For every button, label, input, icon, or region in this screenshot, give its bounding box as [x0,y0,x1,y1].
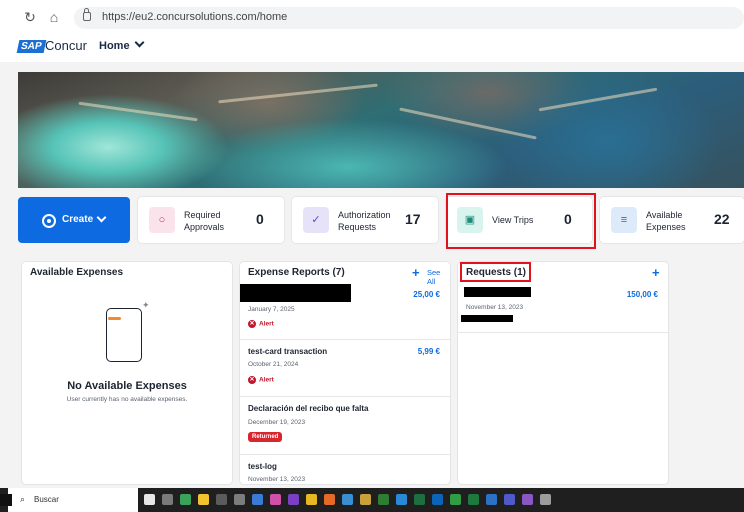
status-alert: ✕ Alert [248,376,274,384]
taskbar-app-icon[interactable] [252,494,263,505]
tile-label: Available Expenses [646,210,686,232]
create-button[interactable]: Create [18,197,130,243]
taskbar-app-icon[interactable] [270,494,281,505]
alert-icon: ✕ [248,320,256,328]
concur-logo-text: Concur [45,38,87,53]
chrome-icon[interactable] [306,494,317,505]
file-explorer-icon[interactable] [198,494,209,505]
list-item[interactable]: Declaración del recibo que falta Decembe… [240,396,450,455]
windows-icon[interactable] [0,494,12,506]
report-amount: 25,00 € [413,290,440,299]
taskbar-app-icon[interactable] [234,494,245,505]
highlight-box-view-trips [446,193,596,249]
redacted-text [240,284,351,302]
home-menu-label: Home [99,40,130,52]
taskbar-app-icon[interactable] [162,494,173,505]
tile-label: Authorization Requests [338,210,391,232]
add-icon[interactable]: + [652,266,660,279]
edge-icon[interactable] [396,494,407,505]
lock-icon [83,8,91,21]
taskbar-app-icon[interactable] [342,494,353,505]
tile-count: 22 [714,211,730,227]
search-icon: ⌕ [20,494,26,504]
request-date: November 13, 2023 [466,304,524,311]
taskbar-search[interactable]: ⌕ Buscar [0,488,138,512]
taskbar-app-icon[interactable] [180,494,191,505]
excel-icon[interactable] [468,494,479,505]
report-name: test-card transaction [248,347,328,356]
vscode-icon[interactable] [486,494,497,505]
check-icon: ✓ [303,207,329,233]
report-date: December 19, 2023 [248,419,306,426]
redacted-text [464,287,531,297]
alert-icon: ✕ [248,376,256,384]
status-alert: ✕ Alert [248,320,274,328]
expense-reports-card: Expense Reports (7) + See All 25,00 € Ja… [240,262,450,484]
hero-banner-image [18,72,744,188]
report-name: Declaración del recibo que falta [248,404,369,413]
report-date: November 13, 2023 [248,476,306,483]
report-date: January 7, 2025 [248,306,295,313]
tile-available-expenses[interactable]: ≡ Available Expenses 22 [600,197,744,243]
url-text: https://eu2.concursolutions.com/home [102,11,288,23]
sap-logo: SAP [16,40,46,53]
chevron-down-icon [134,37,145,48]
highlight-box-requests [460,262,531,282]
taskbar-app-icon[interactable] [522,494,533,505]
reload-icon[interactable]: ↻ [22,9,38,25]
taskbar-app-icon[interactable] [540,494,551,505]
address-bar[interactable]: https://eu2.concursolutions.com/home [74,7,744,29]
list-item[interactable]: 150,00 € November 13, 2023 [458,282,668,333]
report-amount: 5,99 € [417,347,440,356]
taskbar-app-icon[interactable] [360,494,371,505]
list-item[interactable]: test-log November 13, 2023 [240,454,450,484]
create-button-label: Create [62,214,94,225]
receipt-icon: ≡ [611,207,637,233]
browser-toolbar: ↻ ⌂ https://eu2.concursolutions.com/home [0,0,744,35]
task-view-icon[interactable] [144,494,155,505]
tile-authorization-requests[interactable]: ✓ Authorization Requests 17 [292,197,438,243]
document-bar [108,317,121,320]
search-label: Buscar [34,495,59,504]
outlook-icon[interactable] [432,494,443,505]
empty-state-heading: No Available Expenses [67,380,187,392]
excel-icon[interactable] [414,494,425,505]
card-title: Available Expenses [30,267,124,278]
add-circle-icon [42,214,56,228]
tile-required-approvals[interactable]: ○ Required Approvals 0 [138,197,284,243]
onenote-icon[interactable] [288,494,299,505]
available-expenses-card: Available Expenses ✦ No Available Expens… [22,262,232,484]
list-item[interactable]: 25,00 € January 7, 2025 ✕ Alert [240,282,450,340]
teams-icon[interactable] [504,494,515,505]
taskbar-app-icon[interactable] [378,494,389,505]
add-icon[interactable]: + [412,266,420,279]
card-title: Expense Reports (7) [248,267,345,278]
tile-count: 17 [405,211,421,227]
tile-count: 0 [256,211,264,227]
requests-card: Requests (1) + 150,00 € November 13, 202… [458,262,668,484]
home-icon[interactable]: ⌂ [46,9,62,25]
taskbar-app-icon[interactable] [450,494,461,505]
status-badge: Returned [248,432,283,442]
home-menu[interactable]: Home [99,37,145,52]
redacted-text [461,315,513,322]
empty-state-subtext: User currently has no available expenses… [66,396,188,403]
tile-label: Required Approvals [184,210,225,232]
firefox-icon[interactable] [324,494,335,505]
report-name: test-log [248,462,277,471]
taskbar-app-icon[interactable] [216,494,227,505]
chevron-down-icon [96,212,107,223]
request-amount: 150,00 € [626,290,658,299]
person-icon: ○ [149,207,175,233]
report-date: October 21, 2024 [248,361,299,368]
list-item[interactable]: test-card transaction 5,99 € October 21,… [240,339,450,397]
sparkle-icon: ✦ [142,300,150,310]
